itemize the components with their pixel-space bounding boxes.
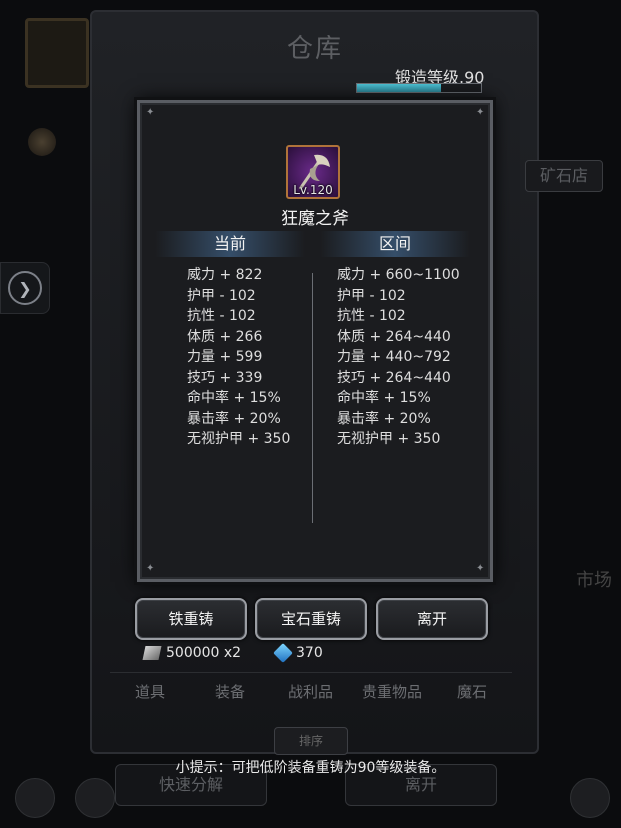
range-stats-list: 威力 + 660~1100 护甲 - 102 抗性 - 102 体质 + 264… bbox=[337, 265, 460, 450]
stat-line: 威力 + 822 bbox=[187, 267, 263, 283]
leave-button[interactable]: 离开 bbox=[376, 598, 488, 640]
stat-line: 暴击率 + 20% bbox=[337, 410, 431, 427]
stat-line: 暴击率 + 20% bbox=[187, 410, 281, 427]
tab-equipment[interactable]: 装备 bbox=[215, 681, 245, 702]
menu-round-icon[interactable] bbox=[570, 778, 610, 818]
forge-progress-fill bbox=[357, 84, 442, 92]
market-button[interactable]: 市场 bbox=[576, 566, 612, 592]
stat-line: 体质 + 264~440 bbox=[337, 328, 451, 345]
gem-reforge-button[interactable]: 宝石重铸 bbox=[255, 598, 367, 640]
stat-line: 力量 + 440~792 bbox=[337, 349, 451, 365]
iron-resource: 500000 x2 bbox=[142, 645, 242, 661]
menu-round-icon[interactable] bbox=[15, 778, 55, 818]
column-divider bbox=[312, 273, 313, 523]
iron-count: 500000 x2 bbox=[166, 645, 242, 661]
storehouse-title: 仓库 bbox=[286, 34, 343, 64]
stat-line: 护甲 - 102 bbox=[337, 287, 406, 304]
gem-count: 370 bbox=[296, 645, 323, 661]
stat-line: 护甲 - 102 bbox=[187, 287, 256, 304]
stat-line: 体质 + 266 bbox=[187, 328, 263, 345]
stat-line: 无视护甲 + 350 bbox=[187, 431, 291, 447]
current-stats-list: 威力 + 822 护甲 - 102 抗性 - 102 体质 + 266 力量 +… bbox=[187, 265, 290, 450]
gem-icon bbox=[273, 643, 293, 663]
stat-line: 抗性 - 102 bbox=[187, 308, 256, 324]
stat-line: 命中率 + 15% bbox=[337, 390, 431, 406]
tab-items[interactable]: 道具 bbox=[135, 681, 165, 702]
range-header: 区间 bbox=[320, 231, 470, 257]
corner-ornament: ✦ bbox=[146, 563, 155, 574]
stat-line: 技巧 + 339 bbox=[187, 369, 263, 386]
corner-ornament: ✦ bbox=[476, 107, 485, 118]
forge-progress-bar bbox=[356, 83, 482, 93]
storehouse-tabs: 道具 装备 战利品 贵重物品 魔石 bbox=[110, 672, 512, 709]
menu-round-icon[interactable] bbox=[75, 778, 115, 818]
stat-line: 命中率 + 15% bbox=[187, 390, 281, 406]
iron-icon bbox=[142, 646, 162, 660]
tab-loot[interactable]: 战利品 bbox=[288, 681, 333, 702]
avatar[interactable] bbox=[25, 18, 89, 88]
ore-shop-button[interactable]: 矿石店 bbox=[525, 160, 603, 192]
stat-line: 无视护甲 + 350 bbox=[337, 431, 441, 447]
stat-line: 技巧 + 264~440 bbox=[337, 369, 451, 386]
chevron-right-icon: ❯ bbox=[8, 271, 42, 305]
side-expand-button[interactable]: ❯ bbox=[0, 262, 50, 314]
corner-ornament: ✦ bbox=[476, 563, 485, 574]
stat-line: 力量 + 599 bbox=[187, 349, 263, 365]
hint-text: 小提示：可把低阶装备重铸为90等级装备。 bbox=[175, 760, 446, 776]
item-name: 狂魔之斧 bbox=[281, 209, 349, 229]
tab-valuables[interactable]: 贵重物品 bbox=[362, 681, 422, 702]
iron-reforge-button[interactable]: 铁重铸 bbox=[135, 598, 247, 640]
corner-ornament: ✦ bbox=[146, 107, 155, 118]
sort-button[interactable]: 排序 bbox=[274, 727, 348, 755]
current-header: 当前 bbox=[155, 231, 305, 257]
reward-icon[interactable] bbox=[28, 128, 56, 156]
stat-line: 抗性 - 102 bbox=[337, 308, 406, 324]
item-level: Lv.120 bbox=[293, 183, 333, 197]
stat-line: 威力 + 660~1100 bbox=[337, 267, 460, 283]
reforge-dialog: ✦ ✦ ✦ ✦ Lv.120 狂魔之斧 当前 区间 威力 + 822 护甲 - … bbox=[137, 100, 493, 582]
gem-resource: 370 bbox=[273, 643, 323, 663]
tab-magic-stone[interactable]: 魔石 bbox=[457, 681, 487, 702]
